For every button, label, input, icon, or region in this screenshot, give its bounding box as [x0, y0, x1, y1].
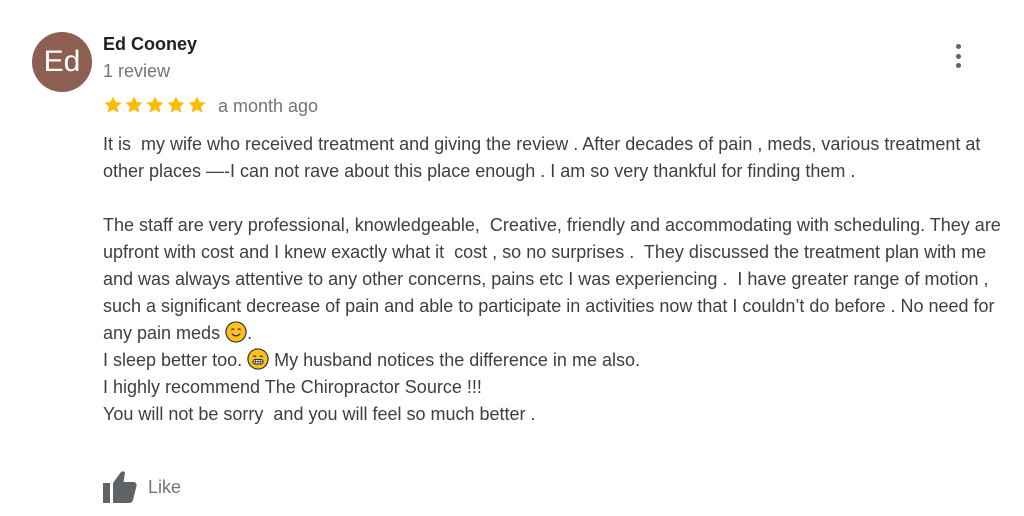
review-paragraph: The staff are very professional, knowled… — [103, 212, 1003, 347]
review-body: It is my wife who received treatment and… — [103, 131, 1003, 428]
review-line: I highly recommend The Chiropractor Sour… — [103, 377, 482, 397]
review-line: I sleep better too. My husband notices t… — [103, 347, 1003, 374]
review-card: Ed Ed Cooney 1 review a month ago It is … — [0, 0, 1024, 516]
star-icon — [125, 96, 143, 113]
avatar[interactable]: Ed — [32, 32, 92, 92]
thumbs-up-icon — [103, 471, 137, 503]
review-blank-line: ​ — [103, 185, 1003, 212]
like-label: Like — [148, 476, 182, 497]
like-button[interactable]: Like — [102, 470, 181, 504]
star-icon — [146, 96, 164, 113]
star-icon — [167, 96, 185, 113]
review-line: You will not be sorry and you will feel … — [103, 404, 536, 424]
review-text: I sleep better too. — [103, 350, 248, 370]
more-vert-icon[interactable] — [948, 44, 968, 68]
reviewer-name[interactable]: Ed Cooney — [103, 34, 197, 55]
smiling-face-emoji — [225, 321, 247, 343]
star-icon — [188, 96, 206, 113]
review-date: a month ago — [218, 96, 319, 116]
star-rating — [103, 95, 207, 115]
star-icon — [104, 96, 122, 113]
grinning-face-emoji — [247, 348, 269, 370]
review-text: . — [247, 323, 253, 343]
review-paragraph: It is my wife who received treatment and… — [103, 134, 986, 181]
review-text: My husband notices the difference in me … — [269, 350, 640, 370]
review-count[interactable]: 1 review — [103, 61, 170, 82]
